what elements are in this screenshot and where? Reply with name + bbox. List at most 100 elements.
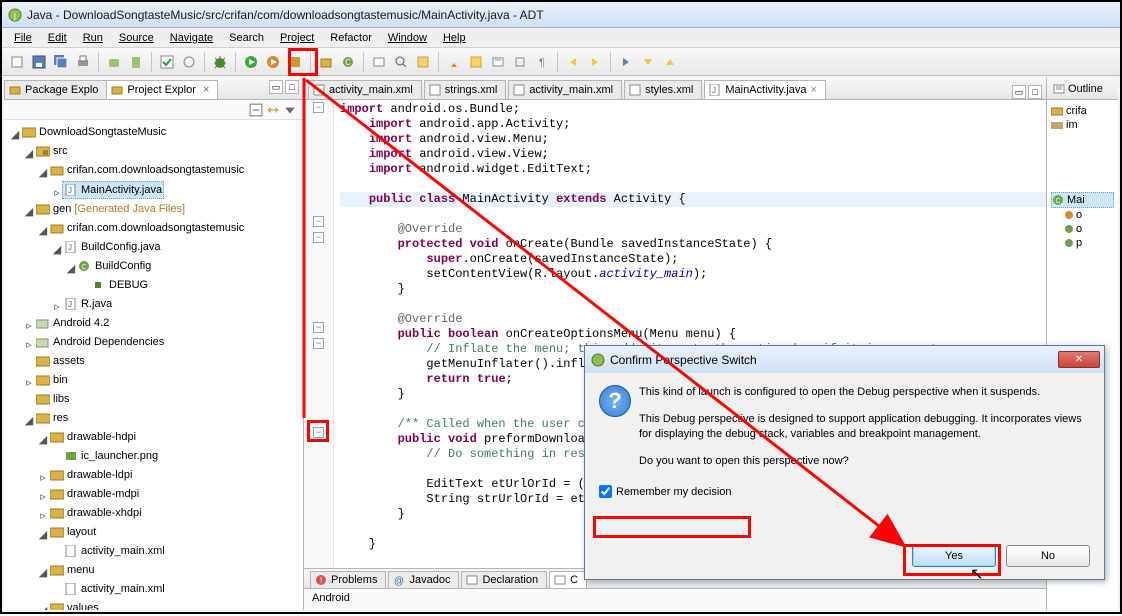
declaration-icon bbox=[466, 574, 478, 586]
outline-method: p bbox=[1065, 236, 1114, 250]
editor-tab-activity-main-2[interactable]: activity_main.xml bbox=[508, 80, 622, 99]
app-icon bbox=[591, 353, 605, 367]
run-button[interactable] bbox=[242, 53, 260, 71]
problems-icon: ! bbox=[315, 574, 327, 586]
app-icon: j bbox=[8, 8, 22, 22]
outline-tab[interactable]: Outline bbox=[1047, 78, 1118, 100]
package-icon bbox=[1051, 106, 1063, 116]
search-button[interactable] bbox=[392, 53, 410, 71]
toggle-button[interactable] bbox=[158, 53, 176, 71]
prev-annot-button[interactable] bbox=[661, 53, 679, 71]
show-whitespace-button[interactable]: ¶ bbox=[533, 53, 551, 71]
outline-imports: im bbox=[1051, 118, 1114, 132]
mark-occurrences-button[interactable] bbox=[489, 53, 507, 71]
toggle-breadcrumb-button[interactable] bbox=[467, 53, 485, 71]
view-menu-icon[interactable] bbox=[283, 103, 297, 117]
run-last-button[interactable] bbox=[264, 53, 282, 71]
maximize-view-button[interactable]: □ bbox=[285, 80, 299, 94]
tree-drawable-mdpi: drawable-mdpi bbox=[48, 486, 141, 502]
debug-button[interactable] bbox=[211, 53, 229, 71]
menu-run[interactable]: Run bbox=[77, 30, 109, 46]
project-explorer-tree[interactable]: ◢DownloadSongtasteMusic ◢src ◢crifan.com… bbox=[4, 120, 303, 610]
tree-android-lib: Android 4.2 bbox=[34, 315, 111, 331]
minimize-editor-button[interactable]: ▭ bbox=[1012, 85, 1026, 99]
package-explorer-tab[interactable]: Package Explo bbox=[4, 80, 107, 99]
print-button[interactable] bbox=[74, 53, 92, 71]
xml-icon bbox=[313, 84, 325, 96]
project-explorer-tab[interactable]: Project Explor × bbox=[106, 80, 218, 99]
collapse-all-icon[interactable] bbox=[249, 103, 263, 117]
menu-project[interactable]: Project bbox=[274, 30, 320, 46]
svg-text:C: C bbox=[1055, 198, 1060, 205]
maximize-editor-button[interactable]: □ bbox=[1028, 85, 1042, 99]
pin-button[interactable] bbox=[445, 53, 463, 71]
window-title: Java - DownloadSongtasteMusic/src/crifan… bbox=[27, 8, 1114, 22]
external-tools-button[interactable] bbox=[286, 53, 304, 71]
new-class-button[interactable]: C bbox=[339, 53, 357, 71]
open-type-button[interactable] bbox=[370, 53, 388, 71]
menu-window[interactable]: Window bbox=[382, 30, 433, 46]
svg-text:@: @ bbox=[394, 576, 404, 586]
block-select-button[interactable] bbox=[511, 53, 529, 71]
javadoc-tab[interactable]: @Javadoc bbox=[388, 571, 459, 588]
tree-assets: assets bbox=[34, 353, 87, 369]
next-annot-button[interactable] bbox=[639, 53, 657, 71]
menu-source[interactable]: Source bbox=[113, 30, 160, 46]
package-icon bbox=[9, 84, 21, 96]
tab-label: Project Explor bbox=[127, 84, 195, 96]
save-button[interactable] bbox=[30, 53, 48, 71]
outline-method: o bbox=[1065, 222, 1114, 236]
tree-menu: menu bbox=[48, 562, 97, 578]
explorer-toolbar bbox=[4, 100, 303, 120]
save-all-button[interactable] bbox=[52, 53, 70, 71]
confirm-perspective-dialog: Confirm Perspective Switch ✕ ? This kind… bbox=[584, 345, 1105, 580]
forward-button[interactable] bbox=[586, 53, 604, 71]
folder-icon bbox=[111, 84, 123, 96]
remember-decision-label: Remember my decision bbox=[616, 486, 732, 498]
console-tab[interactable]: C bbox=[549, 571, 587, 588]
tree-gen: gen [Generated Java Files] bbox=[34, 201, 187, 217]
menu-search[interactable]: Search bbox=[223, 30, 270, 46]
menu-navigate[interactable]: Navigate bbox=[164, 30, 219, 46]
menu-edit[interactable]: Edit bbox=[42, 30, 73, 46]
close-icon[interactable]: × bbox=[810, 84, 816, 96]
android-sdk-button[interactable] bbox=[105, 53, 123, 71]
tree-android-deps: Android Dependencies bbox=[34, 334, 166, 350]
menu-help[interactable]: Help bbox=[437, 30, 472, 46]
dialog-titlebar[interactable]: Confirm Perspective Switch ✕ bbox=[585, 346, 1104, 373]
problems-tab[interactable]: !Problems bbox=[310, 571, 386, 588]
skip-button[interactable] bbox=[180, 53, 198, 71]
title-bar: j Java - DownloadSongtasteMusic/src/crif… bbox=[2, 2, 1120, 28]
question-icon: ? bbox=[599, 385, 631, 417]
menu-file[interactable]: File bbox=[8, 30, 38, 46]
remember-decision-checkbox[interactable] bbox=[599, 485, 612, 498]
no-button[interactable]: No bbox=[1006, 545, 1090, 567]
last-edit-button[interactable] bbox=[617, 53, 635, 71]
back-button[interactable] bbox=[564, 53, 582, 71]
outline-label: Outline bbox=[1068, 83, 1103, 95]
new-button[interactable] bbox=[8, 53, 26, 71]
tab-label: Package Explo bbox=[25, 84, 98, 96]
tree-bin: bin bbox=[34, 372, 70, 388]
editor-tabs: activity_main.xml strings.xml activity_m… bbox=[304, 78, 1046, 100]
editor-ruler[interactable]: − − − − − − bbox=[304, 100, 334, 568]
declaration-tab[interactable]: Declaration bbox=[461, 571, 547, 588]
dialog-text: This kind of launch is configured to ope… bbox=[639, 385, 1090, 481]
close-icon[interactable]: × bbox=[203, 84, 209, 96]
minimize-view-button[interactable]: ▭ bbox=[269, 80, 283, 94]
yes-button[interactable]: Yes bbox=[912, 545, 996, 567]
new-package-button[interactable] bbox=[317, 53, 335, 71]
editor-tab-strings[interactable]: strings.xml bbox=[424, 80, 507, 99]
link-editor-icon[interactable] bbox=[266, 103, 280, 117]
tree-xml: activity_main.xml bbox=[62, 581, 167, 597]
editor-tab-styles[interactable]: styles.xml bbox=[624, 80, 702, 99]
android-avd-button[interactable] bbox=[127, 53, 145, 71]
method-icon bbox=[1065, 225, 1073, 233]
dialog-close-button[interactable]: ✕ bbox=[1058, 351, 1100, 368]
tree-xml: activity_main.xml bbox=[62, 543, 167, 559]
menu-refactor[interactable]: Refactor bbox=[324, 30, 378, 46]
editor-tab-activity-main-1[interactable]: activity_main.xml bbox=[308, 80, 422, 99]
editor-tab-mainactivity[interactable]: JMainActivity.java× bbox=[704, 80, 826, 99]
tree-package: crifan.com.downloadsongtastemusic bbox=[48, 162, 246, 178]
annotation-button[interactable] bbox=[414, 53, 432, 71]
